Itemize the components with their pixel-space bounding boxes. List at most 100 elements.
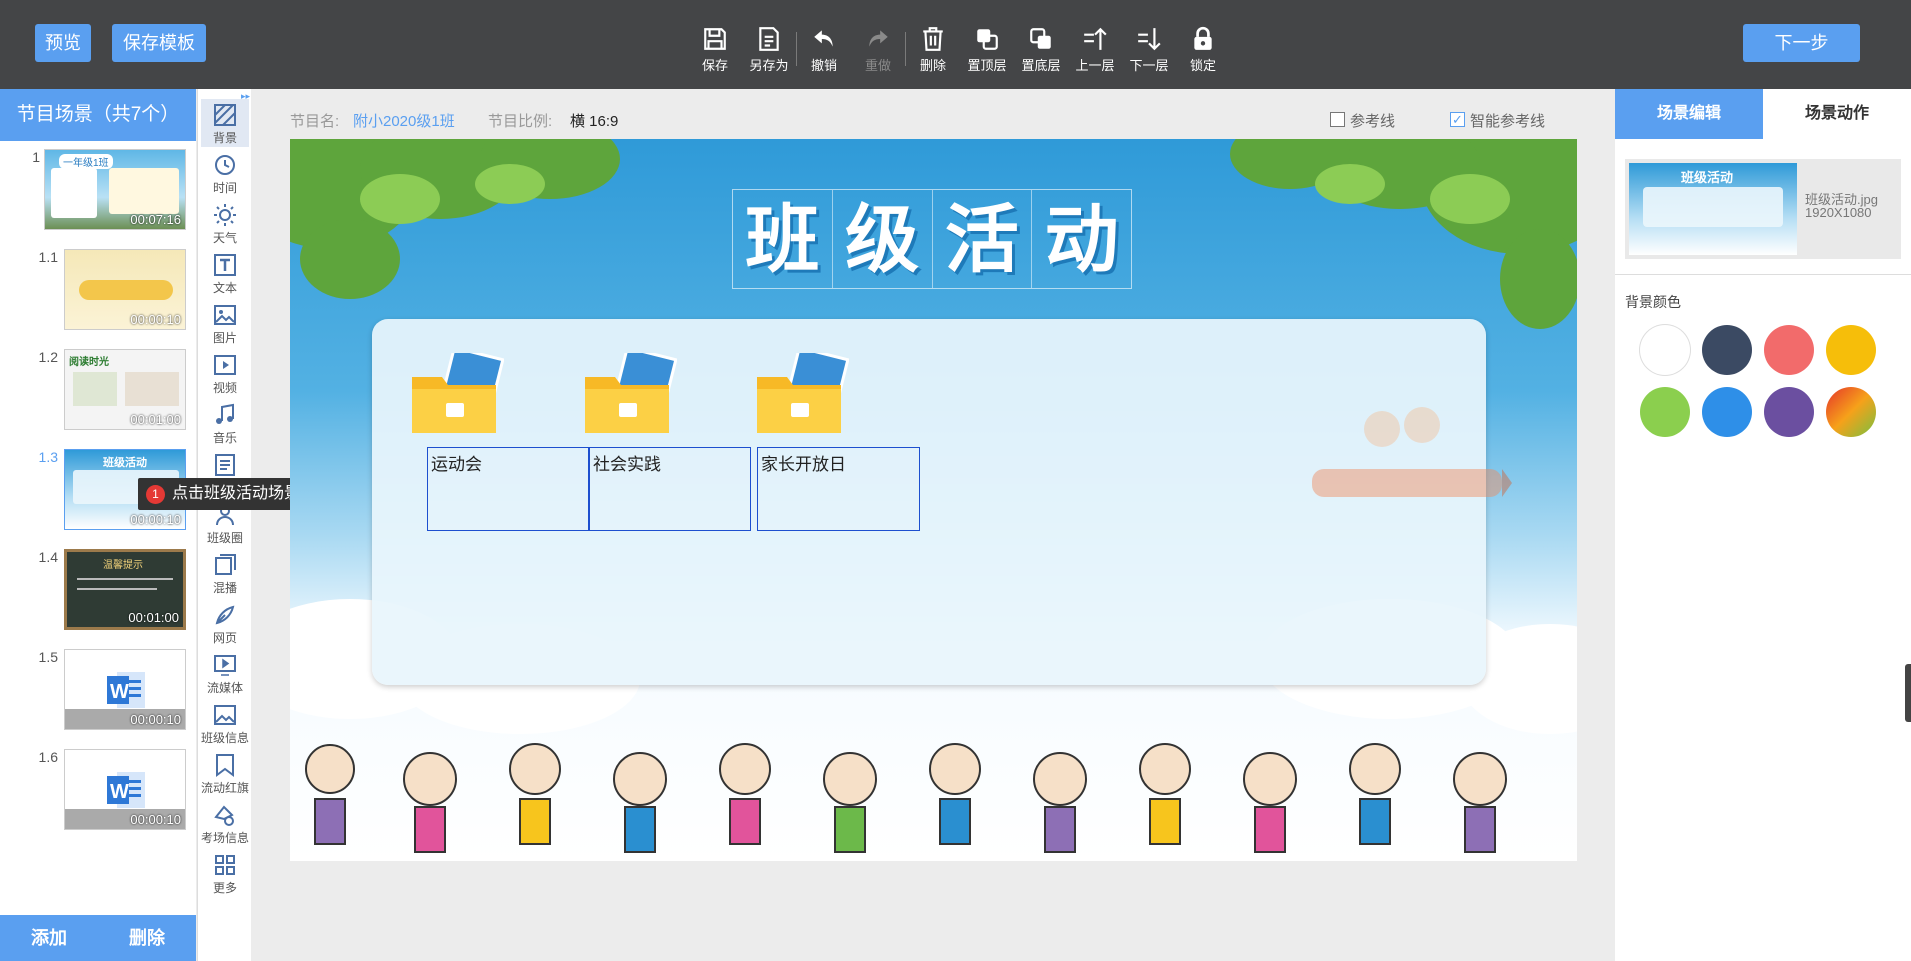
- folder-icon[interactable]: [408, 353, 504, 437]
- save-template-button[interactable]: 保存模板: [112, 24, 206, 62]
- widget-red-flag[interactable]: 流动红旗: [201, 749, 249, 797]
- trash-icon: [923, 27, 943, 51]
- widget-time[interactable]: 时间: [201, 149, 249, 197]
- save-as-tool-label: 另存为: [749, 58, 789, 73]
- widget-background[interactable]: 背景: [201, 99, 249, 147]
- delete-scene-button[interactable]: 删除: [98, 915, 196, 961]
- red-flag-icon: [216, 754, 234, 777]
- bring-to-front-tool-label: 置顶层: [967, 58, 1007, 73]
- weather-icon: [214, 204, 236, 226]
- widget-exam-info[interactable]: 考场信息: [201, 799, 249, 847]
- color-swatch-blue[interactable]: [1702, 387, 1752, 437]
- exam-info-icon: [214, 805, 234, 826]
- smart-guide-label: 智能参考线: [1470, 113, 1546, 130]
- folder-label-box[interactable]: 社会实践: [589, 447, 751, 531]
- side-handle[interactable]: [1905, 664, 1911, 722]
- tab-scene-edit[interactable]: 场景编辑: [1615, 89, 1763, 139]
- lock-tool-button[interactable]: 锁定: [1176, 24, 1230, 73]
- guide-checkbox[interactable]: [1330, 112, 1345, 127]
- send-to-back-tool-button[interactable]: 置底层: [1014, 24, 1068, 73]
- smart-guide-checkbox[interactable]: ✓: [1450, 112, 1465, 127]
- color-swatch-white[interactable]: [1640, 325, 1690, 375]
- color-swatch-gradient[interactable]: [1826, 387, 1876, 437]
- save-icon: [704, 28, 726, 50]
- folder-icon[interactable]: [581, 353, 677, 437]
- undo-tool-button[interactable]: 撤销: [797, 24, 851, 73]
- delete-tool-label: 删除: [919, 58, 946, 73]
- redo-tool-label: 重做: [864, 58, 891, 73]
- scene-item-1[interactable]: 1 一年级1班 00:07:16: [0, 149, 196, 239]
- save-as-tool-button[interactable]: 另存为: [742, 24, 796, 73]
- scene-number: 1.1: [38, 249, 58, 265]
- add-scene-button[interactable]: 添加: [0, 915, 98, 961]
- widget-label: 图片: [212, 331, 237, 345]
- color-swatch-red[interactable]: [1764, 325, 1814, 375]
- widget-video[interactable]: 视频: [201, 349, 249, 397]
- thumb-title: 一年级1班: [59, 154, 113, 169]
- scene-thumbnail[interactable]: 00:00:10: [64, 249, 186, 330]
- background-image-card[interactable]: 班级活动 班级活动.jpg 1920X1080: [1625, 159, 1901, 259]
- preview-button[interactable]: 预览: [35, 24, 91, 62]
- widget-label: 混播: [212, 581, 237, 595]
- save-tool-button[interactable]: 保存: [688, 24, 742, 73]
- layer-up-tool-button[interactable]: 上一层: [1068, 24, 1122, 73]
- bring-to-front-tool-button[interactable]: 置顶层: [960, 24, 1014, 73]
- scene-item-1-5[interactable]: 1.5 W 00:00:10: [0, 649, 196, 739]
- scene-thumbnail[interactable]: W 00:00:10: [64, 649, 186, 730]
- redo-icon: [869, 30, 888, 47]
- scene-duration: 00:00:10: [130, 712, 181, 727]
- scene-item-1-4[interactable]: 1.4 温馨提示 00:01:00: [0, 549, 196, 639]
- widget-music[interactable]: 音乐: [201, 399, 249, 447]
- folder-icon[interactable]: [753, 353, 849, 437]
- undo-tool-label: 撤销: [810, 58, 837, 73]
- widget-weather[interactable]: 天气: [201, 199, 249, 247]
- background-thumbnail[interactable]: 班级活动: [1629, 163, 1797, 255]
- widget-stream[interactable]: 流媒体: [201, 649, 249, 697]
- redo-tool-button[interactable]: 重做: [851, 24, 905, 73]
- layer-down-tool-label: 下一层: [1129, 58, 1169, 73]
- video-icon: [214, 355, 236, 375]
- program-info-bar: 节目名: 附小2020级1班 节目比例: 横 16:9 参考线 ✓ 智能参考线: [290, 110, 1560, 132]
- scene-canvas[interactable]: 班 级 活 动 运动会 社会实践 家长开放日: [290, 139, 1577, 861]
- color-swatch-purple[interactable]: [1764, 387, 1814, 437]
- clock-icon: [215, 155, 235, 175]
- program-name-value[interactable]: 附小2020级1班: [353, 110, 455, 131]
- scene-title[interactable]: 班 级 活 动: [732, 189, 1132, 289]
- widget-more[interactable]: 更多: [201, 849, 249, 897]
- widget-label: 考场信息: [201, 831, 250, 845]
- thumb-card: [109, 168, 179, 214]
- widget-text[interactable]: 文本: [201, 249, 249, 297]
- thumb-title: 阅读时光: [69, 357, 109, 368]
- color-swatch-navy[interactable]: [1702, 325, 1752, 375]
- layer-down-tool-button[interactable]: 下一层: [1122, 24, 1176, 73]
- color-swatch-green[interactable]: [1640, 387, 1690, 437]
- scene-item-1-6[interactable]: 1.6 W 00:00:10: [0, 749, 196, 839]
- widget-image[interactable]: 图片: [201, 299, 249, 347]
- next-step-button[interactable]: 下一步: [1743, 24, 1860, 62]
- scene-thumbnail[interactable]: 一年级1班 00:07:16: [44, 149, 186, 230]
- scene-duration: 00:00:10: [130, 512, 181, 527]
- tab-scene-action[interactable]: 场景动作: [1763, 89, 1911, 139]
- thumb-card: [73, 372, 117, 406]
- thumb-line: [77, 578, 173, 580]
- color-swatch-yellow[interactable]: [1826, 325, 1876, 375]
- folder-label-box[interactable]: 家长开放日: [757, 447, 920, 531]
- widget-webpage[interactable]: 网页: [201, 599, 249, 647]
- word-document-icon: W: [107, 772, 145, 808]
- scene-thumbnail[interactable]: 阅读时光 00:01:00: [64, 349, 186, 430]
- ratio-value[interactable]: 横 16:9: [570, 110, 618, 131]
- scene-thumbnail[interactable]: 温馨提示 00:01:00: [64, 549, 186, 630]
- undo-icon: [814, 30, 833, 47]
- save-as-icon: [759, 27, 779, 51]
- delete-tool-button[interactable]: 删除: [906, 24, 960, 73]
- scene-thumbnail[interactable]: W 00:00:10: [64, 749, 186, 830]
- widget-toolbar: ▸▸ 背景 时间 天气 文本 图片 视频 音乐 文档 班级圈 混播 网页: [197, 89, 251, 961]
- widget-mixed-play[interactable]: 混播: [201, 549, 249, 597]
- scene-duration: 00:01:00: [128, 610, 179, 625]
- widget-class-info[interactable]: 班级信息: [201, 699, 249, 747]
- widget-label: 音乐: [212, 431, 237, 445]
- scene-item-1-1[interactable]: 1.1 00:00:10: [0, 249, 196, 339]
- scene-item-1-2[interactable]: 1.2 阅读时光 00:01:00: [0, 349, 196, 439]
- folder-label-box[interactable]: 运动会: [427, 447, 589, 531]
- scene-number: 1.2: [38, 349, 58, 365]
